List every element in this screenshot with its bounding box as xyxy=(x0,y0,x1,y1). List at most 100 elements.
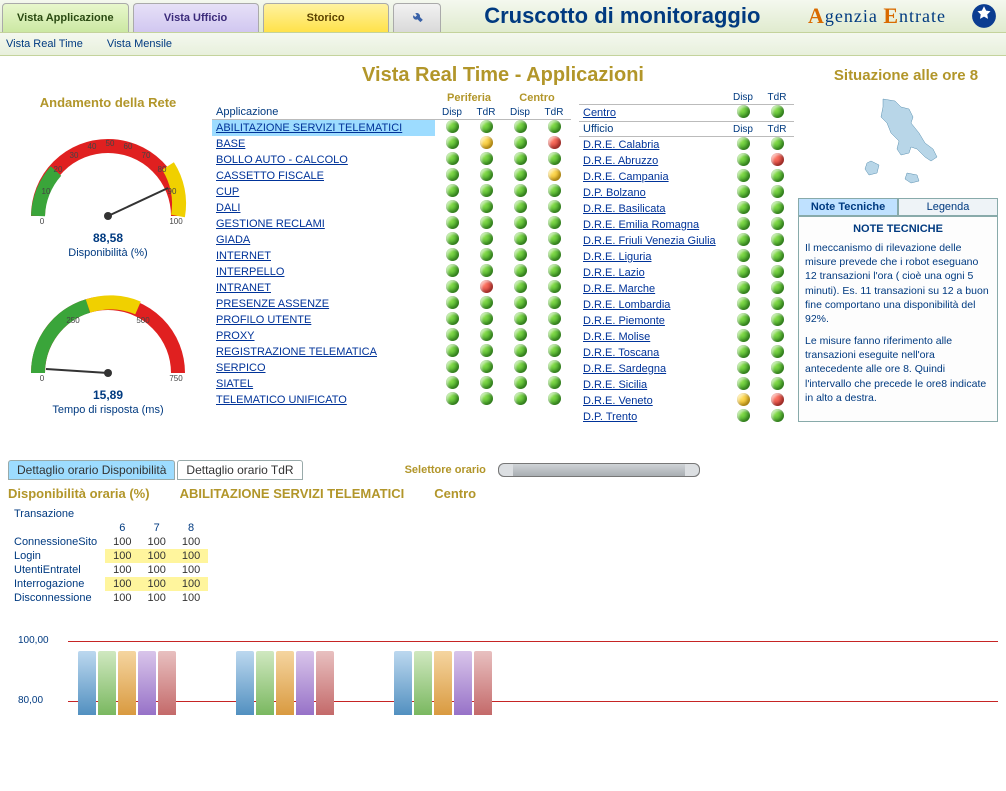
office-row[interactable]: D.R.E. Sardegna xyxy=(579,361,794,377)
app-row[interactable]: INTERNET xyxy=(212,248,571,264)
app-link[interactable]: BOLLO AUTO - CALCOLO xyxy=(216,154,348,166)
gauge-availability: 01020 304050 607080 90100 88,58 Disponib… xyxy=(8,116,208,259)
office-link[interactable]: D.R.E. Friuli Venezia Giulia xyxy=(583,235,716,247)
app-link[interactable]: CASSETTO FISCALE xyxy=(216,170,324,182)
office-link[interactable]: D.R.E. Toscana xyxy=(583,347,659,359)
app-row[interactable]: INTRANET xyxy=(212,280,571,296)
status-dot xyxy=(771,249,784,262)
app-row[interactable]: BASE xyxy=(212,136,571,152)
office-link[interactable]: D.R.E. Marche xyxy=(583,283,655,295)
office-row[interactable]: D.P. Bolzano xyxy=(579,185,794,201)
office-link[interactable]: D.R.E. Sicilia xyxy=(583,379,647,391)
office-row[interactable]: D.R.E. Campania xyxy=(579,169,794,185)
office-row[interactable]: D.R.E. Basilicata xyxy=(579,201,794,217)
subtab-mensile[interactable]: Vista Mensile xyxy=(107,38,172,50)
app-row[interactable]: PROXY xyxy=(212,328,571,344)
app-row[interactable]: SIATEL xyxy=(212,376,571,392)
app-link[interactable]: PROFILO UTENTE xyxy=(216,314,311,326)
status-dot xyxy=(737,201,750,214)
office-link[interactable]: D.R.E. Calabria xyxy=(583,139,659,151)
app-link[interactable]: CUP xyxy=(216,186,239,198)
app-link[interactable]: SERPICO xyxy=(216,362,266,374)
app-row[interactable]: GIADA xyxy=(212,232,571,248)
office-link[interactable]: D.R.E. Basilicata xyxy=(583,203,666,215)
subtab-real-time[interactable]: Vista Real Time xyxy=(6,38,83,50)
app-row[interactable]: SERPICO xyxy=(212,360,571,376)
office-link[interactable]: D.P. Trento xyxy=(583,411,637,423)
app-row[interactable]: TELEMATICO UNIFICATO xyxy=(212,392,571,408)
status-dot xyxy=(446,312,459,325)
app-row[interactable]: CASSETTO FISCALE xyxy=(212,168,571,184)
tab-vista-ufficio[interactable]: Vista Ufficio xyxy=(133,3,259,32)
app-link[interactable]: PROXY xyxy=(216,330,255,342)
app-row[interactable]: BOLLO AUTO - CALCOLO xyxy=(212,152,571,168)
app-link[interactable]: INTERPELLO xyxy=(216,266,284,278)
app-link[interactable]: ABILITAZIONE SERVIZI TELEMATICI xyxy=(216,122,402,134)
office-link[interactable]: D.R.E. Sardegna xyxy=(583,363,666,375)
settings-button[interactable] xyxy=(393,3,441,32)
app-link[interactable]: SIATEL xyxy=(216,378,253,390)
office-row[interactable]: D.R.E. Abruzzo xyxy=(579,153,794,169)
office-row[interactable]: D.R.E. Emilia Romagna xyxy=(579,217,794,233)
app-row[interactable]: PROFILO UTENTE xyxy=(212,312,571,328)
link-centro[interactable]: Centro xyxy=(583,107,616,119)
office-row[interactable]: D.R.E. Friuli Venezia Giulia xyxy=(579,233,794,249)
office-link[interactable]: D.R.E. Piemonte xyxy=(583,315,665,327)
app-link[interactable]: TELEMATICO UNIFICATO xyxy=(216,394,347,406)
status-dot xyxy=(480,376,493,389)
office-row[interactable]: D.P. Trento xyxy=(579,409,794,425)
app-row[interactable]: GESTIONE RECLAMI xyxy=(212,216,571,232)
app-link[interactable]: GESTIONE RECLAMI xyxy=(216,218,325,230)
tab-dettaglio-disponibilita[interactable]: Dettaglio orario Disponibilità xyxy=(8,460,175,480)
gauges-title: Andamento della Rete xyxy=(8,95,208,110)
office-row[interactable]: D.R.E. Lombardia xyxy=(579,297,794,313)
app-row[interactable]: DALI xyxy=(212,200,571,216)
app-link[interactable]: DALI xyxy=(216,202,240,214)
tab-vista-applicazione[interactable]: Vista Applicazione xyxy=(2,3,129,32)
office-link[interactable]: D.R.E. Lombardia xyxy=(583,299,670,311)
app-link[interactable]: BASE xyxy=(216,138,245,150)
office-row[interactable]: D.R.E. Liguria xyxy=(579,249,794,265)
office-row[interactable]: D.R.E. Calabria xyxy=(579,137,794,154)
status-dot xyxy=(446,296,459,309)
office-link[interactable]: D.R.E. Campania xyxy=(583,171,669,183)
app-row[interactable]: PRESENZE ASSENZE xyxy=(212,296,571,312)
office-link[interactable]: D.P. Bolzano xyxy=(583,187,646,199)
hourly-row: ConnessioneSito100100100 xyxy=(8,535,208,549)
office-row[interactable]: D.R.E. Toscana xyxy=(579,345,794,361)
app-row[interactable]: INTERPELLO xyxy=(212,264,571,280)
hourly-value: 100 xyxy=(140,535,174,549)
tab-legenda[interactable]: Legenda xyxy=(898,198,998,216)
office-row[interactable]: D.R.E. Piemonte xyxy=(579,313,794,329)
app-link[interactable]: REGISTRAZIONE TELEMATICA xyxy=(216,346,377,358)
tab-dettaglio-tdr[interactable]: Dettaglio orario TdR xyxy=(177,460,302,480)
status-dot xyxy=(446,184,459,197)
status-dot xyxy=(737,233,750,246)
time-slider[interactable] xyxy=(498,463,700,477)
status-dot xyxy=(480,392,493,405)
office-link[interactable]: D.R.E. Lazio xyxy=(583,267,645,279)
chart-bar xyxy=(138,651,156,715)
office-row[interactable]: D.R.E. Sicilia xyxy=(579,377,794,393)
app-row[interactable]: CUP xyxy=(212,184,571,200)
office-row[interactable]: D.R.E. Marche xyxy=(579,281,794,297)
tab-note-tecniche[interactable]: Note Tecniche xyxy=(798,198,898,216)
office-link[interactable]: D.R.E. Molise xyxy=(583,331,650,343)
office-row[interactable]: D.R.E. Molise xyxy=(579,329,794,345)
office-link[interactable]: D.R.E. Liguria xyxy=(583,251,651,263)
status-dot xyxy=(548,136,561,149)
app-link[interactable]: INTRANET xyxy=(216,282,271,294)
office-row[interactable]: D.R.E. Lazio xyxy=(579,265,794,281)
app-link[interactable]: INTERNET xyxy=(216,250,271,262)
app-row[interactable]: REGISTRAZIONE TELEMATICA xyxy=(212,344,571,360)
office-link[interactable]: D.R.E. Abruzzo xyxy=(583,155,658,167)
app-link[interactable]: PRESENZE ASSENZE xyxy=(216,298,329,310)
app-link[interactable]: GIADA xyxy=(216,234,250,246)
note-p1: Il meccanismo di rilevazione delle misur… xyxy=(805,241,991,326)
office-link[interactable]: D.R.E. Emilia Romagna xyxy=(583,219,699,231)
tab-storico[interactable]: Storico xyxy=(263,3,389,32)
office-link[interactable]: D.R.E. Veneto xyxy=(583,395,653,407)
chart-bar xyxy=(394,651,412,715)
app-row[interactable]: ABILITAZIONE SERVIZI TELEMATICI xyxy=(212,120,571,137)
office-row[interactable]: D.R.E. Veneto xyxy=(579,393,794,409)
